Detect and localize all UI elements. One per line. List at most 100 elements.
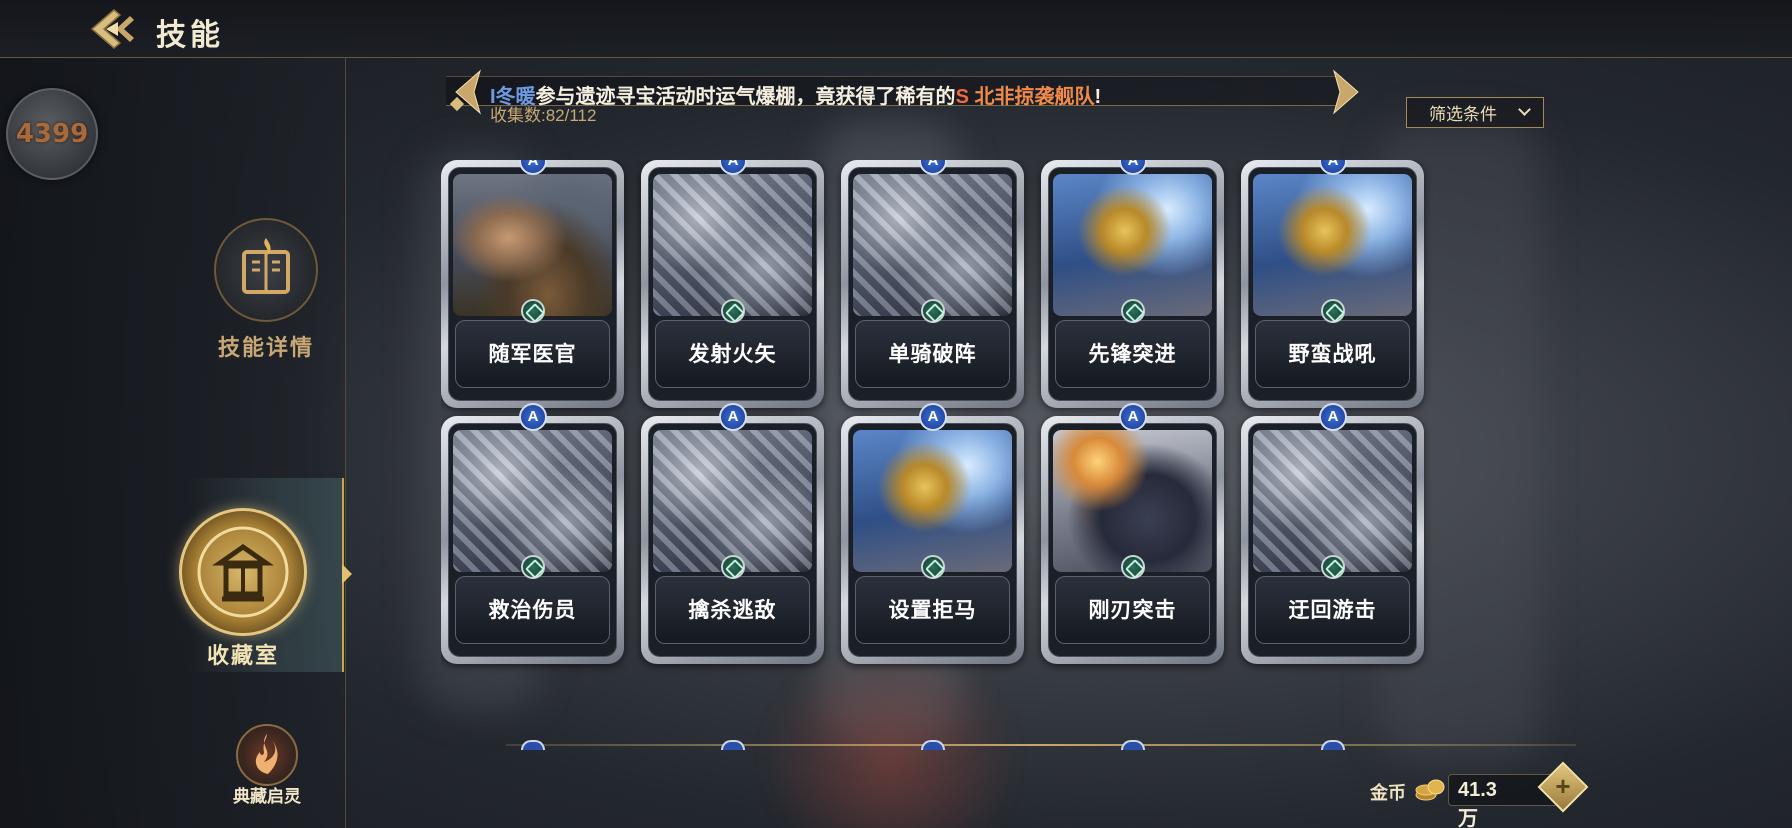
sidebar-item-skill-detail[interactable]: 技能详情 <box>196 218 336 362</box>
next-row-grade-badge <box>721 740 745 750</box>
skill-card-grid: 随军医官 A 发射火矢 A 单骑破阵 A 先锋突进 A 野蛮战吼 A 救治伤员 A 擒杀逃敌 A 设置拒马 A… <box>441 160 1541 744</box>
card-art-axes <box>1253 430 1412 572</box>
skill-card[interactable]: 刚刃突击 A <box>1041 403 1224 664</box>
card-frame: 随军医官 <box>441 160 624 408</box>
skill-card[interactable]: 先锋突进 A <box>1041 160 1224 408</box>
card-inner: 迂回游击 <box>1248 423 1417 657</box>
next-row-grade-badge <box>1121 740 1145 750</box>
troop-type-icon <box>521 299 545 323</box>
skill-card[interactable]: 发射火矢 A <box>641 160 824 408</box>
grade-badge: A <box>1119 403 1147 431</box>
coin-stack-icon <box>1415 779 1445 801</box>
grade-badge: A <box>519 403 547 431</box>
card-art-eagle <box>1253 174 1412 316</box>
skill-card[interactable]: 迂回游击 A <box>1241 403 1424 664</box>
card-art-axes <box>453 430 612 572</box>
card-inner: 设置拒马 <box>848 423 1017 657</box>
grade-badge: A <box>919 403 947 431</box>
troop-type-icon <box>1121 555 1145 579</box>
card-art-chariot <box>1053 430 1212 572</box>
announcement-message: 参与遗迹寻宝活动时运气爆棚，竟获得了稀有的 <box>535 86 956 108</box>
next-row-grade-badge <box>1321 740 1345 750</box>
card-inner: 野蛮战吼 <box>1248 167 1417 401</box>
card-name: 擒杀逃敌 <box>688 599 777 622</box>
card-art-axes <box>653 430 812 572</box>
skill-card[interactable]: 野蛮战吼 A <box>1241 160 1424 408</box>
troop-type-icon <box>521 555 545 579</box>
card-inner: 随军医官 <box>448 167 617 401</box>
card-inner: 救治伤员 <box>448 423 617 657</box>
troop-type-icon <box>1121 299 1145 323</box>
card-frame: 发射火矢 <box>641 160 824 408</box>
logo-4399: 4399 <box>6 88 98 180</box>
page-title: 技能 <box>156 19 224 52</box>
troop-type-icon <box>921 299 945 323</box>
sidebar-item-spirit[interactable]: 典藏启灵 <box>224 724 310 807</box>
card-name: 刚刃突击 <box>1088 599 1177 622</box>
troop-type-icon <box>721 555 745 579</box>
card-art-axes <box>853 174 1012 316</box>
card-frame: 单骑破阵 <box>841 160 1024 408</box>
card-frame: 擒杀逃敌 <box>641 416 824 664</box>
card-inner: 先锋突进 <box>1048 167 1217 401</box>
card-inner: 擒杀逃敌 <box>648 423 817 657</box>
announcement-grade: S <box>955 86 969 108</box>
card-frame: 先锋突进 <box>1041 160 1224 408</box>
filter-dropdown[interactable]: 筛选条件 <box>1406 97 1544 128</box>
logo-text: 4399 <box>15 119 89 149</box>
card-name: 迂回游击 <box>1288 599 1377 622</box>
card-name: 先锋突进 <box>1088 343 1177 366</box>
card-frame: 救治伤员 <box>441 416 624 664</box>
skill-card[interactable]: 救治伤员 A <box>441 403 624 664</box>
card-art-medic <box>453 174 612 316</box>
troop-type-icon <box>721 299 745 323</box>
card-inner: 发射火矢 <box>648 167 817 401</box>
back-arrow-icon <box>90 9 134 49</box>
selected-arrow-icon <box>342 564 352 584</box>
top-bar: 技能 <box>0 0 1792 58</box>
sidebar-item-label: 技能详情 <box>217 335 314 360</box>
card-inner: 刚刃突击 <box>1048 423 1217 657</box>
card-inner: 单骑破阵 <box>848 167 1017 401</box>
troop-type-icon <box>921 555 945 579</box>
banner-left-ornament-icon <box>450 69 481 115</box>
card-name: 野蛮战吼 <box>1288 343 1377 366</box>
back-button[interactable] <box>86 6 146 52</box>
skill-card[interactable]: 擒杀逃敌 A <box>641 403 824 664</box>
skill-card[interactable]: 单骑破阵 A <box>841 160 1024 408</box>
flame-icon <box>236 724 298 786</box>
currency-label: 金币 <box>1370 783 1406 803</box>
filter-label: 筛选条件 <box>1429 105 1497 124</box>
card-art-eagle <box>853 430 1012 572</box>
card-frame: 野蛮战吼 <box>1241 160 1424 408</box>
banner-right-ornament-icon <box>1333 69 1359 115</box>
card-name: 设置拒马 <box>888 599 977 622</box>
currency-value: 41.3万 <box>1458 779 1497 828</box>
card-frame: 刚刃突击 <box>1041 416 1224 664</box>
card-frame: 迂回游击 <box>1241 416 1424 664</box>
skill-card[interactable]: 设置拒马 A <box>841 403 1024 664</box>
next-row-grade-badge <box>521 740 545 750</box>
collection-hall-icon <box>179 508 307 636</box>
chevron-down-icon <box>1518 103 1531 116</box>
next-row-grade-badge <box>921 740 945 750</box>
card-frame: 设置拒马 <box>841 416 1024 664</box>
troop-type-icon <box>1321 555 1345 579</box>
sidebar: 4399 <box>0 58 346 828</box>
announcement-suffix: ! <box>1094 86 1102 108</box>
skill-card[interactable]: 随军医官 A <box>441 160 624 408</box>
grade-badge: A <box>1319 403 1347 431</box>
troop-type-icon <box>1321 299 1345 323</box>
card-art-axes <box>653 174 812 316</box>
skill-book-icon <box>214 218 318 322</box>
sidebar-item-label: 收藏室 <box>206 643 279 668</box>
card-name: 单骑破阵 <box>888 343 977 366</box>
card-name: 救治伤员 <box>488 599 577 622</box>
card-art-eagle <box>1053 174 1212 316</box>
collection-count: 收集数:82/112 <box>490 106 597 125</box>
announcement-item-name: 北非掠袭舰队 <box>968 86 1095 108</box>
sidebar-item-collection[interactable]: 收藏室 <box>179 478 352 672</box>
card-name: 发射火矢 <box>688 343 777 366</box>
grid-divider <box>506 744 1576 746</box>
grade-badge: A <box>719 403 747 431</box>
